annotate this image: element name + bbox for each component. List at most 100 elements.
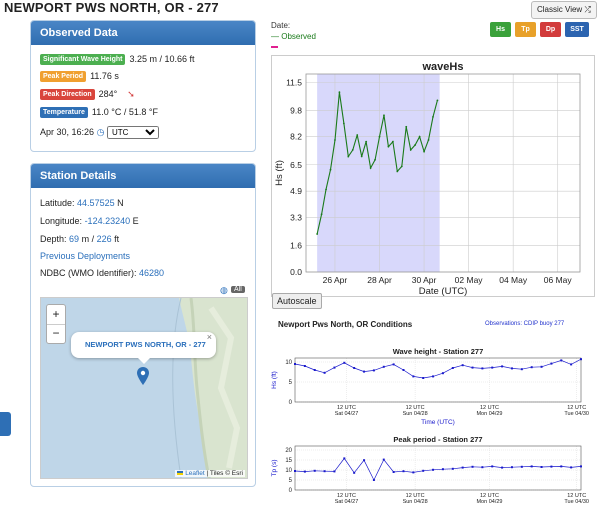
classic-view-button[interactable]: Classic View ⤮ [531,1,597,19]
latitude-label: Latitude: [40,198,75,208]
autoscale-button[interactable]: Autoscale [272,293,322,309]
zoom-out-button[interactable]: − [47,325,65,343]
leaflet-link[interactable]: Leaflet [185,470,205,477]
globe-icon[interactable]: ◍ [220,285,228,296]
small-data-point [451,467,454,470]
data-point [342,122,345,125]
small-data-point [550,465,553,468]
small-x-axis-label: Time (UTC) [421,419,455,426]
small-x-tick-line2: Mon 04/29 [476,499,502,505]
data-point [351,149,354,151]
data-point [414,144,417,146]
depth-ft-value: 226 [96,234,112,244]
data-point [383,114,385,117]
small-data-point [294,470,296,472]
small-data-point [520,465,523,468]
small-data-point [520,368,523,371]
latitude-value: 44.57525 [77,198,115,208]
small-y-axis-label: Hs (ft) [271,371,278,389]
longitude-unit: E [132,216,139,226]
data-point [387,145,390,148]
var-button-dp[interactable]: Dp [540,22,561,37]
data-point [316,233,319,235]
small-data-point [392,363,395,366]
small-data-point [560,359,563,362]
latitude-unit: N [117,198,124,208]
small-data-point [382,458,385,461]
wave-height-chart: Wave height - Station 277051012 UTCSat 0… [271,347,589,426]
wavehs-chart[interactable]: 0.0 1.6 3.3 4.9 6.5 8.2 9.8 11.5 26 Apr 28 Apr 30 … [271,55,595,297]
small-data-point [294,363,296,365]
small-plot-frame [294,445,582,491]
direction-arrow-icon: ➘ [127,89,135,99]
small-chart-title: Peak period - Station 277 [393,435,482,444]
small-data-point [303,365,306,367]
small-data-point [392,471,395,473]
small-data-point [372,479,375,481]
data-point [356,134,359,136]
small-data-point [540,365,543,368]
observed-row: Significant Wave Height 3.25 m / 10.66 ft [40,54,195,66]
ndbc-row: NDBC (WMO Identifier): 46280 [40,268,164,278]
small-data-point [461,364,464,367]
small-data-point [382,365,385,368]
popup-close-icon[interactable]: × [207,332,212,342]
side-drawer-tab[interactable] [0,412,11,436]
small-data-point [510,367,513,370]
small-data-point [313,469,316,472]
small-data-point [530,465,533,468]
var-button-sst[interactable]: SST [565,22,589,37]
observed-badge: Peak Direction [40,89,95,101]
var-button-hs[interactable]: Hs [490,22,511,37]
map-canvas[interactable] [41,298,247,478]
small-data-point [343,361,346,364]
observed-row: Peak Direction 284° ➘ [40,89,135,101]
small-data-point [481,367,484,370]
longitude-label: Longitude: [40,216,83,226]
y-axis-label: Hs (ft) [274,160,285,186]
small-data-point [343,457,346,460]
popup-tip [138,358,150,364]
popup-station-name[interactable]: NEWPORT PWS NORTH, OR - 277 [85,340,206,349]
wavehs-chart-svg: 0.0 1.6 3.3 4.9 6.5 8.2 9.8 11.5 26 Apr 28 Apr 30 … [274,61,581,297]
small-data-point [323,371,326,374]
station-map[interactable]: + − NEWPORT PWS NORTH, OR - 277 × Leafle… [40,297,248,479]
date-label: Date: [271,21,291,30]
zoom-in-button[interactable]: + [47,305,65,325]
chart-title: waveHs [422,61,464,73]
layer-all-button[interactable]: All [231,286,245,293]
datetime-row: Apr 30, 16:26 ◷ UTC [40,126,159,139]
map-popup: NEWPORT PWS NORTH, OR - 277 × [71,332,216,358]
observed-datetime: Apr 30, 16:26 [40,127,95,137]
small-data-point [372,369,375,372]
depth-ft-unit: ft [114,234,120,244]
data-point [334,139,336,141]
small-data-point [313,369,316,371]
data-point [369,167,372,169]
map-attribution: Leaflet | Tiles © Esri [175,470,245,477]
data-point [360,155,363,158]
small-data-point [471,465,474,468]
small-data-point [501,365,504,368]
ndbc-value[interactable]: 46280 [139,268,164,278]
station-marker-icon[interactable] [137,367,149,385]
small-data-point [471,366,474,369]
small-data-point [363,370,366,373]
data-point [436,99,439,102]
data-point [329,168,332,171]
var-button-tp[interactable]: Tp [515,22,536,37]
observed-value: 284° [98,89,118,99]
timezone-select[interactable]: UTC [106,126,159,139]
small-x-tick-line2: Sun 04/28 [403,411,428,417]
small-data-point [422,469,425,472]
small-y-axis-label: Tp (s) [271,460,278,477]
previous-deployments-link[interactable]: Previous Deployments [40,251,130,261]
y-tick-label: 3.3 [290,213,302,223]
x-tick-label: 02 May [455,275,484,285]
longitude-row: Longitude: -124.23240 E [40,216,139,226]
small-y-tick: 0 [289,400,293,406]
y-tick-label: 4.9 [290,186,302,196]
depth-m-unit: m / [81,234,95,244]
x-tick-label: 26 Apr [323,275,348,285]
legend-observed: — Observed [271,32,316,41]
